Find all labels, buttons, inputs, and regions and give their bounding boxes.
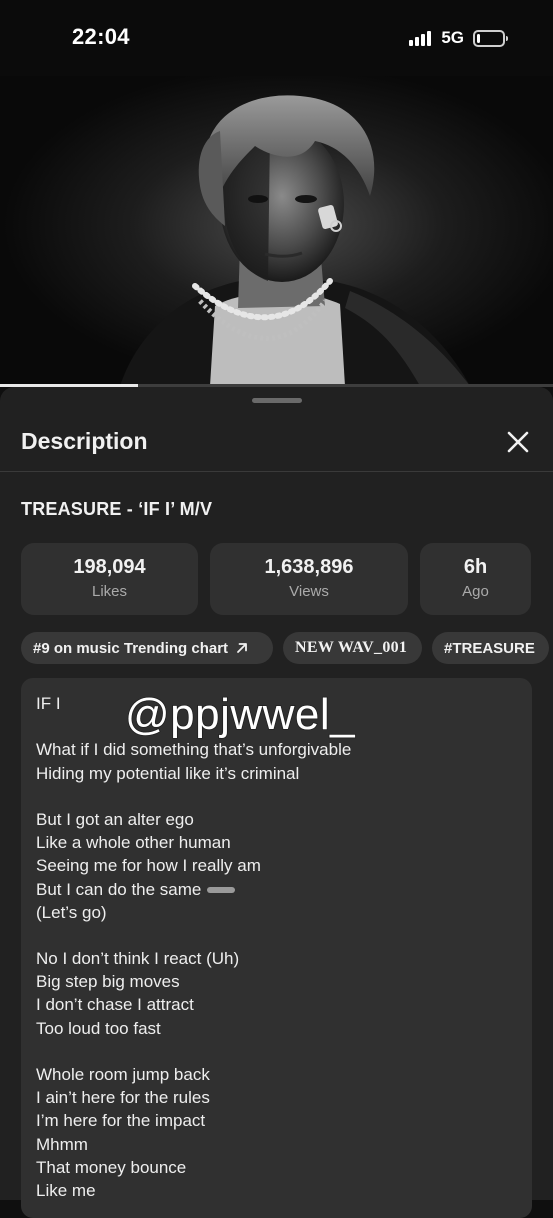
lyric-line: Whole room jump back [36, 1065, 210, 1084]
video-title: TREASURE - ‘IF I’ M/V [21, 499, 213, 519]
description-sheet: Description TREASURE - ‘IF I’ M/V 198,09… [0, 387, 553, 1218]
age-stat: 6h Ago [420, 543, 531, 615]
likes-label: Likes [91, 583, 128, 600]
lyric-line-text: But I can do the same [36, 879, 202, 899]
video-player[interactable] [0, 76, 553, 386]
lyrics-text: IF I What if I did something that’s unfo… [36, 692, 351, 1202]
lyric-line: Hiding my potential like it’s criminal [36, 763, 300, 783]
likes-stat: 198,094 Likes [21, 543, 198, 615]
lyric-line: (Let’s go) [36, 902, 107, 922]
lyric-line: That money bounce [36, 1157, 187, 1177]
lyric-line: Like a whole other human [36, 833, 231, 853]
sheet-title: Description [21, 428, 148, 454]
views-stat: 1,638,896 Views [210, 543, 408, 615]
network-type: 5G [441, 28, 464, 47]
lyric-line: Mhmm [36, 1134, 88, 1154]
views-count: 1,638,896 [264, 556, 354, 578]
treasure-hashtag-chip[interactable]: #TREASURE [432, 632, 549, 664]
signal-icon [409, 30, 432, 46]
lyric-line: No I don’t think I react (Uh) [36, 949, 240, 969]
views-label: Views [289, 583, 329, 600]
pill-emoji-icon [207, 887, 236, 894]
drag-handle[interactable] [252, 398, 302, 403]
watermark-text: @ppjwwel_ [124, 689, 356, 740]
lyric-line: But I got an alter ego [36, 809, 194, 829]
arrow-up-right-icon [237, 643, 247, 653]
lyric-line-with-emoji: But I can do the same [36, 878, 351, 901]
treasure-chip-label: #TREASURE [444, 639, 535, 657]
description-text-box: IF I What if I did something that’s unfo… [21, 678, 532, 1218]
lyric-line: I don’t chase I attract [36, 995, 194, 1015]
close-button[interactable] [505, 429, 531, 455]
battery-level [477, 33, 480, 43]
lyric-line: I’m here for the impact [36, 1111, 206, 1131]
lyric-line [36, 785, 351, 808]
lyric-line: Seeing me for how I really am [36, 856, 261, 876]
likes-count: 198,094 [73, 556, 146, 578]
lyric-line [36, 1040, 351, 1063]
lyric-line: I ain’t here for the rules [36, 1088, 210, 1108]
age-value: 6h [463, 556, 488, 578]
new-wav-chip[interactable]: NEW WAV_001 [283, 632, 422, 664]
portrait-icon [120, 95, 470, 386]
battery-icon [473, 29, 508, 47]
lyric-line: Like me [36, 1180, 96, 1200]
new-wav-chip-label: NEW WAV_001 [295, 639, 408, 656]
status-indicators: 5G [409, 27, 508, 49]
divider [0, 471, 553, 472]
age-label: Ago [462, 583, 489, 600]
trending-chip[interactable]: #9 on music Trending chart [21, 632, 273, 664]
lyric-line: Too loud too fast [36, 1018, 161, 1038]
lyric-line: What if I did something that’s unforgiva… [36, 740, 352, 760]
trending-chip-label: #9 on music Trending chart [33, 639, 229, 657]
status-time: 22:04 [72, 24, 130, 49]
lyric-line [36, 924, 351, 947]
lyric-line: Big step big moves [36, 972, 180, 992]
status-bar: 22:04 5G [0, 0, 553, 76]
close-icon [507, 431, 529, 453]
